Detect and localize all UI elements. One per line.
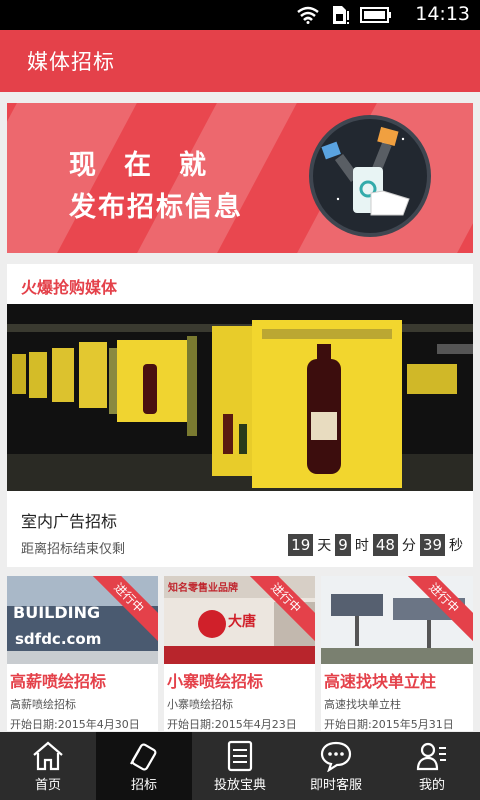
tab-bid[interactable]: 招标	[96, 732, 192, 800]
banner-line2: 发布招标信息	[69, 192, 243, 223]
countdown-days: 19	[288, 534, 314, 556]
guide-icon	[227, 740, 253, 772]
bid-card-date: 开始日期:2015年4月30日	[10, 718, 140, 731]
bid-card-subtitle: 高薪喷绘招标	[10, 698, 76, 711]
publish-banner[interactable]: 现在就 发布招标信息	[7, 103, 473, 253]
bid-card-title: 高速找块单立柱	[324, 672, 437, 691]
bid-card-date: 开始日期:2015年4月23日	[167, 718, 297, 731]
bid-card-title: 高薪喷绘招标	[10, 672, 107, 691]
bid-card-list: BUILDING sdfdc.com 进行中 高薪喷绘招标 高薪喷绘招标 开始日…	[7, 576, 473, 731]
status-time: 14:13	[415, 3, 470, 25]
image-text-url: sdfdc.com	[15, 630, 101, 648]
bid-card-date: 开始日期:2015年5月31日	[324, 718, 454, 731]
bid-card-title: 小寨喷绘招标	[167, 672, 264, 691]
featured-media-image[interactable]	[7, 304, 473, 491]
bid-card[interactable]: BUILDING sdfdc.com 进行中 高薪喷绘招标 高薪喷绘招标 开始日…	[7, 576, 158, 731]
section-heading: 火爆抢购媒体	[21, 278, 118, 297]
tab-label: 投放宝典	[213, 778, 266, 793]
bid-card-image: 知名零售业品牌 大唐	[164, 576, 315, 664]
countdown-minutes: 48	[372, 534, 398, 556]
tab-chat[interactable]: 即时客服	[288, 732, 384, 800]
countdown-label: 距离招标结束仅剩	[21, 542, 126, 557]
app-bar: 媒体招标	[0, 30, 480, 92]
tab-label: 我的	[418, 778, 445, 793]
image-text-building: BUILDING	[13, 603, 100, 622]
lightbox-photo	[7, 304, 473, 491]
wifi-icon	[297, 6, 319, 24]
tab-home[interactable]: 首页	[0, 732, 96, 800]
bid-card[interactable]: 知名零售业品牌 大唐 进行中 小寨喷绘招标 小寨喷绘招标 开始日期:2015年4…	[164, 576, 315, 731]
image-text-datang: 大唐	[228, 613, 256, 630]
tab-label: 招标	[130, 778, 157, 793]
bid-card-subtitle: 小寨喷绘招标	[167, 698, 233, 711]
bid-card-image: BUILDING sdfdc.com	[7, 576, 158, 664]
bid-card-subtitle: 高速找块单立柱	[324, 698, 401, 711]
bottom-tab-bar: 首页 招标 投放宝典 即时客服 我的	[0, 732, 480, 800]
bid-icon	[130, 743, 157, 771]
profile-icon	[416, 742, 446, 771]
countdown-days-unit: 天	[317, 538, 332, 554]
hot-media-section: 火爆抢购媒体 室内广告招标 距离招标结束仅剩 19 天 9 时 48 分 39 …	[7, 264, 473, 567]
countdown-seconds-unit: 秒	[449, 538, 463, 554]
banner-line1: 现在就	[69, 150, 234, 181]
chat-icon	[320, 741, 352, 772]
page-title: 媒体招标	[27, 50, 115, 74]
storefront-photo: 知名零售业品牌 大唐	[164, 576, 315, 664]
tab-label: 即时客服	[309, 778, 362, 793]
countdown-minutes-unit: 分	[401, 538, 416, 554]
banner-phone-illustration	[309, 115, 431, 237]
bid-card[interactable]: 进行中 高速找块单立柱 高速找块单立柱 开始日期:2015年5月31日	[321, 576, 473, 731]
image-text-brand: 知名零售业品牌	[167, 581, 238, 594]
phone-touch-icon	[321, 126, 410, 216]
battery-icon	[360, 7, 391, 23]
countdown-seconds: 39	[419, 534, 445, 556]
countdown-hours: 9	[335, 534, 351, 556]
tab-profile[interactable]: 我的	[384, 732, 480, 800]
sim-card-icon	[333, 6, 349, 24]
tab-label: 首页	[34, 778, 61, 793]
status-icons	[296, 5, 392, 25]
building-photo: BUILDING sdfdc.com	[7, 576, 158, 664]
countdown-timer: 19 天 9 时 48 分 39 秒	[288, 534, 463, 556]
home-icon	[33, 741, 63, 771]
status-bar: 14:13	[0, 0, 480, 30]
media-name: 室内广告招标	[21, 512, 118, 531]
tab-guide[interactable]: 投放宝典	[192, 732, 288, 800]
countdown-hours-unit: 时	[354, 538, 369, 554]
